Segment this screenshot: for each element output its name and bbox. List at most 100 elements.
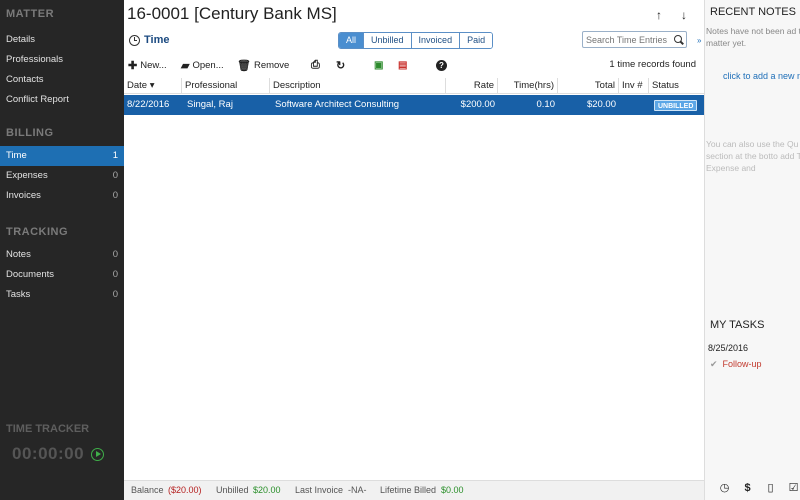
search-box xyxy=(582,31,687,48)
section-tracking-title: TRACKING xyxy=(6,226,69,238)
sidebar-item-label: Time xyxy=(6,150,27,161)
printer-icon: ⎙ xyxy=(311,58,320,71)
sidebar-item-count: 0 xyxy=(112,190,118,201)
sort-down-icon: ▾ xyxy=(149,80,155,91)
sidebar-item-label: Invoices xyxy=(6,190,41,201)
sidebar-item-label: Contacts xyxy=(6,74,44,85)
sidebar-item-label: Professionals xyxy=(6,54,64,65)
search-input[interactable] xyxy=(583,32,671,47)
task-date: 8/25/2016 xyxy=(708,343,749,353)
column-header-professional[interactable]: Professional xyxy=(182,78,270,94)
status-badge: UNBILLED xyxy=(654,100,698,111)
quick-add-hint: You can also use the Qu Add section at t… xyxy=(706,139,800,173)
sidebar-item-documents[interactable]: Documents 0 xyxy=(0,265,124,285)
refresh-button[interactable]: ↻ xyxy=(336,57,345,73)
open-button[interactable]: ▰ Open... xyxy=(181,57,224,73)
clock-icon[interactable]: ◷ xyxy=(719,483,730,494)
sidebar-item-tasks[interactable]: Tasks 0 xyxy=(0,285,124,305)
main-panel: 16-0001 [Century Bank MS] ↑ ↓ Time All U… xyxy=(124,0,704,500)
sidebar-item-label: Expenses xyxy=(6,170,48,181)
unbilled-label: Unbilled xyxy=(216,485,249,495)
print-button[interactable]: ⎙ xyxy=(311,57,320,73)
filter-invoiced-button[interactable]: Invoiced xyxy=(411,33,461,48)
last-invoice-value: -NA- xyxy=(348,485,367,495)
sidebar-item-count: 0 xyxy=(112,249,118,260)
lifetime-billed-label: Lifetime Billed xyxy=(380,485,437,495)
remove-button-label: Remove xyxy=(253,59,290,71)
sidebar-item-label: Tasks xyxy=(6,289,31,300)
pdf-icon: ▤ xyxy=(398,59,408,71)
balance-value: ($20.00) xyxy=(168,485,202,495)
sidebar-item-count: 1 xyxy=(112,150,118,161)
cell-invoice xyxy=(619,95,649,115)
search-icon[interactable] xyxy=(674,35,682,43)
notes-empty-message: Notes have not been ad this matter yet. xyxy=(706,26,800,48)
column-header-rate[interactable]: Rate xyxy=(446,78,498,94)
time-tracker-display: 00:00:00 xyxy=(12,444,85,463)
table-row[interactable]: 8/22/2016 Singal, Raj Software Architect… xyxy=(124,95,704,115)
filter-unbilled-button[interactable]: Unbilled xyxy=(364,33,412,48)
cell-total: $20.00 xyxy=(586,99,616,110)
column-header-status[interactable]: Status xyxy=(649,78,704,94)
column-header-description[interactable]: Description xyxy=(270,78,446,94)
new-button[interactable]: ✚ New... xyxy=(128,57,167,73)
sidebar-item-count: 0 xyxy=(112,269,118,280)
help-icon: ? xyxy=(436,59,447,71)
sidebar-item-professionals[interactable]: Professionals xyxy=(0,50,124,70)
sidebar-item-time[interactable]: Time 1 xyxy=(0,146,124,166)
add-note-link[interactable]: click to add a new n xyxy=(723,71,800,81)
refresh-icon: ↻ xyxy=(336,59,346,72)
excel-icon: ▣ xyxy=(374,59,384,71)
quick-add-bar: ◷ $ ▯ ☑ xyxy=(719,483,799,494)
sidebar-item-details[interactable]: Details xyxy=(0,30,124,50)
records-found-count: 1 time records found xyxy=(609,59,696,70)
export-pdf-button[interactable]: ▤ xyxy=(398,57,407,73)
sidebar-item-label: Details xyxy=(6,34,36,45)
sidebar-item-count: 0 xyxy=(112,289,118,300)
task-check-icon[interactable]: ☑ xyxy=(788,483,799,494)
column-header-time[interactable]: Time(hrs) xyxy=(498,78,558,94)
arrow-up-icon[interactable]: ↑ xyxy=(656,8,662,22)
remove-button[interactable]: 🗑 Remove xyxy=(237,57,289,73)
filter-paid-button[interactable]: Paid xyxy=(460,33,493,48)
cell-rate: $200.00 xyxy=(460,99,495,110)
new-button-label: New... xyxy=(140,59,167,71)
recent-notes-title: RECENT NOTES xyxy=(710,6,796,18)
filter-all-button[interactable]: All xyxy=(339,33,365,48)
export-excel-button[interactable]: ▣ xyxy=(374,57,383,73)
filter-segmented-control: All Unbilled Invoiced Paid xyxy=(338,32,494,49)
dollar-icon[interactable]: $ xyxy=(742,483,753,494)
collapse-icon[interactable]: » xyxy=(697,36,701,45)
page-title: 16-0001 [Century Bank MS] xyxy=(127,4,337,23)
clock-icon xyxy=(129,35,140,46)
time-tracker-label: TIME TRACKER xyxy=(6,423,90,435)
sidebar-item-invoices[interactable]: Invoices 0 xyxy=(0,186,124,206)
sidebar-item-label: Notes xyxy=(6,249,31,260)
column-header-total[interactable]: Total xyxy=(558,78,619,94)
cell-description: Software Architect Consulting xyxy=(275,99,400,110)
arrow-down-icon[interactable]: ↓ xyxy=(681,8,687,22)
section-title: Time xyxy=(144,34,170,46)
sidebar-item-expenses[interactable]: Expenses 0 xyxy=(0,166,124,186)
column-header-date[interactable]: Date ▾ xyxy=(124,78,182,94)
trash-icon: 🗑 xyxy=(237,59,251,72)
open-folder-icon: ▰ xyxy=(181,59,190,72)
checkmark-icon[interactable]: ✔ xyxy=(710,359,718,370)
document-icon[interactable]: ▯ xyxy=(765,483,776,494)
cell-time: 0.10 xyxy=(536,99,556,110)
task-item[interactable]: ✔ Follow-up xyxy=(710,359,762,370)
sidebar-item-conflict-report[interactable]: Conflict Report xyxy=(0,90,124,110)
sidebar-item-label: Conflict Report xyxy=(6,94,69,105)
lifetime-billed-value: $0.00 xyxy=(441,485,464,495)
column-header-invoice[interactable]: Inv # xyxy=(619,78,649,94)
balance-label: Balance xyxy=(131,485,164,495)
section-billing-title: BILLING xyxy=(6,127,54,139)
sidebar-item-count: 0 xyxy=(112,170,118,181)
cell-date: 8/22/2016 xyxy=(127,99,170,110)
cell-professional: Singal, Raj xyxy=(187,99,233,110)
play-icon[interactable] xyxy=(91,448,104,461)
sidebar-item-notes[interactable]: Notes 0 xyxy=(0,245,124,265)
sidebar-item-contacts[interactable]: Contacts xyxy=(0,70,124,90)
table-header: Date ▾ Professional Description Rate Tim… xyxy=(124,78,704,94)
help-button[interactable]: ? xyxy=(436,57,447,73)
